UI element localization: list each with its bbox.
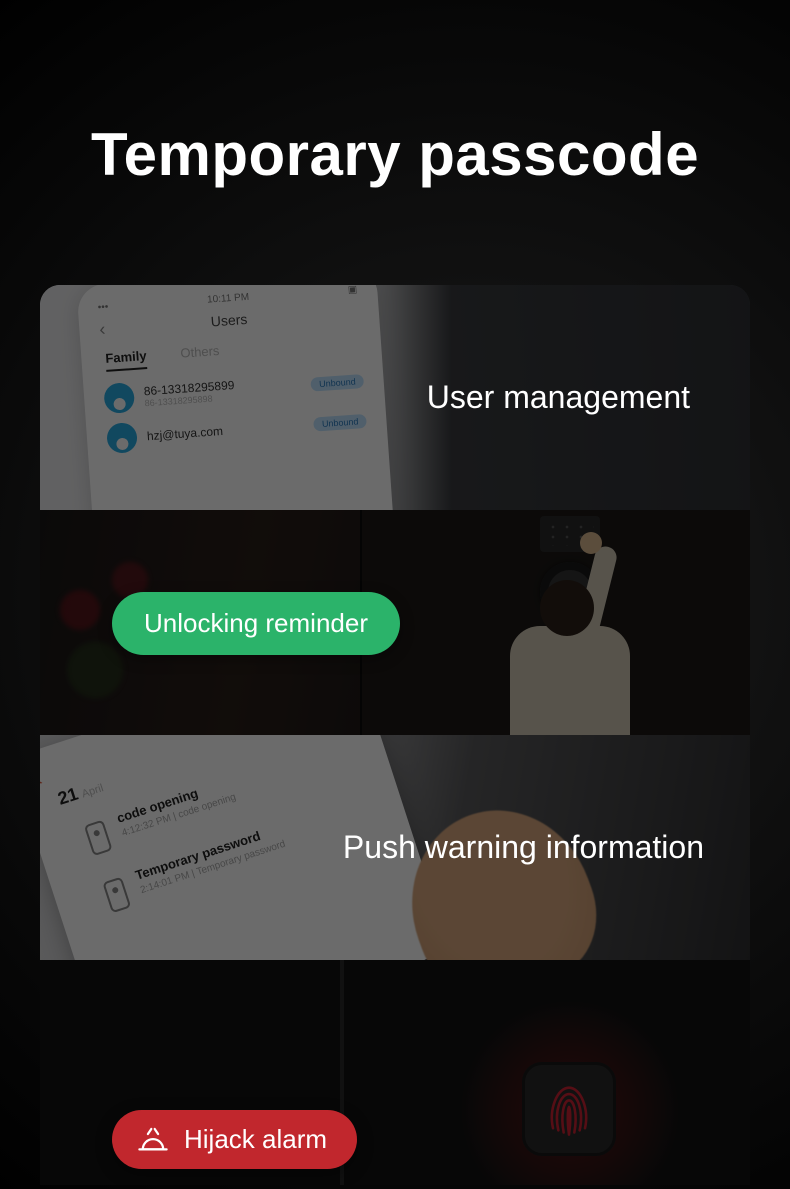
page-title: Temporary passcode <box>0 120 790 189</box>
user-row-2-badge: Unbound <box>314 414 367 432</box>
card-push-warning: ‹ 21April code opening 4:12:32 PM | code… <box>40 735 750 960</box>
card-hijack-alarm: Hijack alarm <box>40 960 750 1185</box>
lock-icon <box>84 820 113 857</box>
child-head <box>540 580 594 636</box>
avatar-icon <box>106 422 138 454</box>
phone-time: 10:11 PM <box>207 292 250 306</box>
alarm-bell-icon <box>136 1125 170 1155</box>
phone-mock-users: ••• 10:11 PM ▣ ‹ Users Family Others 86-… <box>76 285 393 510</box>
log-month: April <box>80 782 105 800</box>
phone-battery-placeholder: ▣ <box>347 285 357 296</box>
back-chevron-icon: ‹ <box>99 318 106 339</box>
fingerprint-sensor <box>522 1062 616 1156</box>
card-user-management: ••• 10:11 PM ▣ ‹ Users Family Others 86-… <box>40 285 750 510</box>
card1-label: User management <box>427 285 690 510</box>
avatar-icon <box>103 382 135 414</box>
back-chevron-icon: ‹ <box>40 768 46 792</box>
phone-tabs: Family Others <box>101 333 362 372</box>
child-figure <box>480 580 640 735</box>
card-unlocking-reminder: Unlocking reminder <box>40 510 750 735</box>
user-row-1: 86-13318295899 86-13318295898 Unbound <box>103 366 364 414</box>
child-body <box>510 626 630 735</box>
phone-signal-placeholder: ••• <box>98 302 109 314</box>
hijack-alarm-label: Hijack alarm <box>184 1124 327 1155</box>
user-row-2: hzj@tuya.com Unbound <box>106 406 367 454</box>
phone-screen-title: Users <box>210 311 248 330</box>
unlocking-reminder-pill: Unlocking reminder <box>112 592 400 655</box>
lock-icon <box>102 877 131 914</box>
child-hand <box>580 532 602 554</box>
tab-others: Others <box>180 343 220 367</box>
hijack-alarm-pill: Hijack alarm <box>112 1110 357 1169</box>
fingerprint-icon <box>542 1077 596 1141</box>
card3-label: Push warning information <box>343 735 704 960</box>
feature-card-stack: ••• 10:11 PM ▣ ‹ Users Family Others 86-… <box>40 285 750 1185</box>
user-row-1-badge: Unbound <box>311 374 364 392</box>
user-row-2-email: hzj@tuya.com <box>146 418 304 443</box>
log-day: 21 <box>55 784 80 809</box>
tab-family: Family <box>105 348 148 372</box>
